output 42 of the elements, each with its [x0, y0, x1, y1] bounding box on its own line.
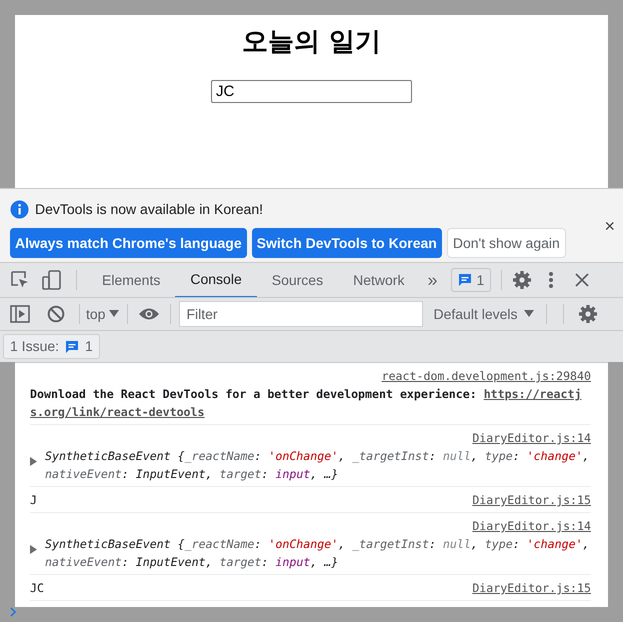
text-input[interactable]: JC — [211, 80, 412, 103]
log-message: SyntheticBaseEvent {_reactName: 'onChange', _targetInst: null, type: 'change', nativeEvent: InputEvent, target: input, …} — [45, 536, 591, 571]
more-icon[interactable] — [548, 271, 554, 289]
tab[interactable]: Sources — [256, 262, 338, 298]
message-icon[interactable] — [458, 273, 472, 287]
tab[interactable]: Network — [338, 262, 420, 298]
filter-field[interactable]: Filter — [179, 301, 424, 327]
levels-dropdown[interactable]: Default levels — [433, 304, 534, 324]
expand-triangle-icon[interactable] — [30, 457, 37, 466]
infobar-button[interactable]: Always match Chrome's language — [10, 228, 247, 258]
info-message: DevTools is now available in Korean! — [35, 200, 264, 219]
caret-icon[interactable] — [109, 310, 120, 318]
log-message: Download the React DevTools for a better development experience: https://reactjs.org/link/react-devtools — [30, 386, 582, 421]
device-icon[interactable] — [42, 270, 62, 290]
source-link[interactable]: DiaryEditor.js:15 — [472, 491, 591, 509]
infobar-button[interactable]: Don't show again — [446, 228, 566, 258]
issues-badge[interactable]: 1 — [451, 268, 492, 292]
caret-icon[interactable] — [524, 310, 534, 318]
expand-triangle-icon[interactable] — [30, 545, 37, 554]
eye-icon[interactable] — [138, 307, 160, 321]
close-button[interactable]: × — [604, 213, 615, 240]
context-dropdown[interactable]: top — [86, 304, 120, 324]
log-message: JC — [30, 580, 44, 597]
page-title: 오늘의 일기 — [242, 26, 382, 59]
tab[interactable]: Elements — [87, 262, 176, 298]
message-icon[interactable] — [65, 340, 80, 354]
issues-button[interactable]: 1 Issue: 1 — [3, 334, 100, 359]
settings-icon[interactable] — [512, 270, 532, 290]
settings-icon[interactable] — [578, 304, 598, 324]
source-link[interactable]: DiaryEditor.js:14 — [472, 429, 591, 447]
infobar-button[interactable]: Switch DevTools to Korean — [252, 228, 442, 258]
info-icon[interactable] — [10, 200, 29, 219]
more-tabs-button[interactable]: » — [419, 266, 446, 294]
source-link[interactable]: DiaryEditor.js:15 — [472, 579, 591, 597]
log-message: SyntheticBaseEvent {_reactName: 'onChange', _targetInst: null, type: 'change', nativeEvent: InputEvent, target: input, …} — [45, 448, 591, 483]
source-link[interactable]: react-dom.development.js:29840 — [382, 367, 591, 385]
log-message: J — [30, 492, 37, 509]
inspect-icon[interactable] — [10, 270, 30, 290]
clear-icon[interactable] — [47, 305, 65, 323]
source-link[interactable]: DiaryEditor.js:14 — [472, 517, 591, 535]
close-icon[interactable] — [574, 272, 590, 288]
sidebar-toggle-icon[interactable] — [10, 305, 30, 323]
